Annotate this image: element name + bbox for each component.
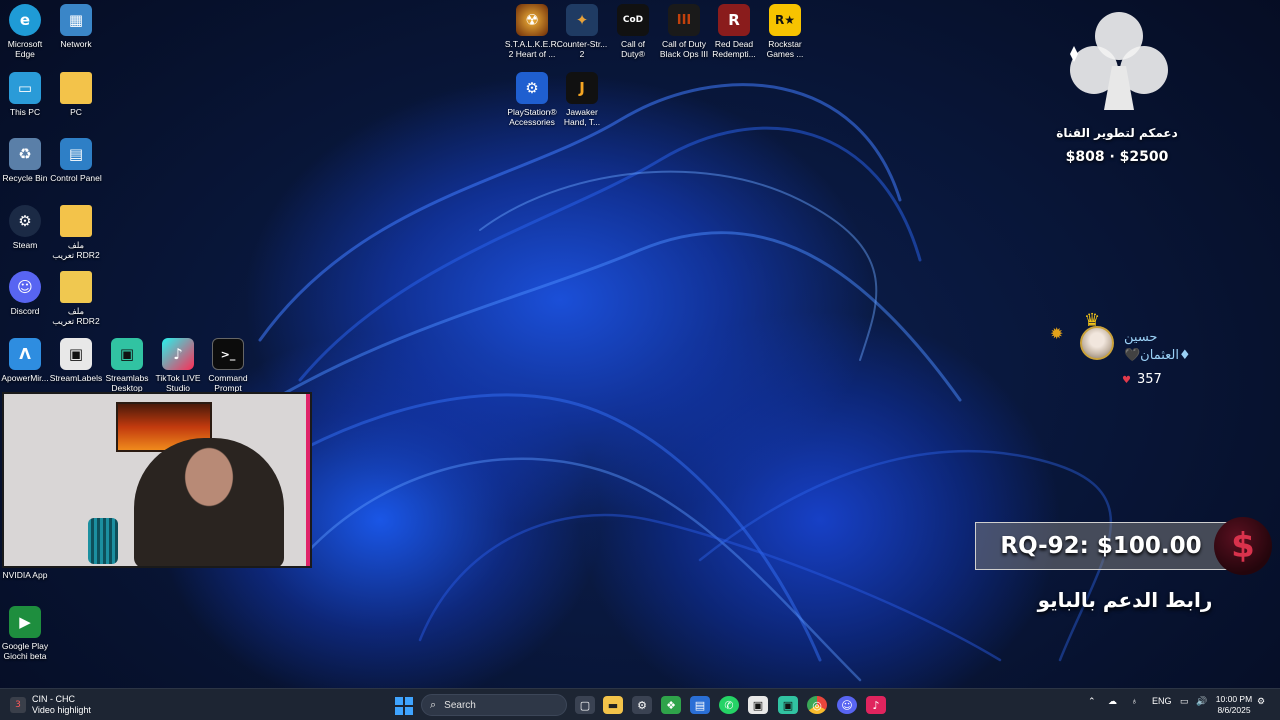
desktop-icon-nvidia[interactable]: NVIDIA App [0, 568, 51, 588]
search-icon: ⌕ [430, 698, 437, 711]
clock-date: 8/6/2025 [1217, 705, 1251, 715]
streamlabels-taskbar-icon[interactable]: ▣ [748, 696, 768, 714]
desktop-icon-pc[interactable]: PC [50, 72, 102, 134]
gifter-name: حسين [1124, 330, 1158, 345]
notification-subtitle: Video highlight [32, 705, 91, 715]
webcam-overlay [2, 392, 312, 568]
red-dead-icon: R [718, 4, 750, 36]
control-panel-icon: ▤ [60, 138, 92, 170]
chevron-up-icon[interactable]: ⌃ [1088, 696, 1096, 707]
call-of-duty-icon: CoD [617, 4, 649, 36]
notification-app-icon: 3 [10, 697, 26, 713]
desktop-icon-ps-accessories[interactable]: ⚙ PlayStation® Accessories [506, 72, 558, 134]
desktop-icon-edge[interactable]: e Microsoft Edge [0, 4, 51, 66]
taskbar-clock[interactable]: 10:00 PM 8/6/2025 [1212, 694, 1256, 716]
tiktok-taskbar-icon[interactable]: ♪ [866, 696, 886, 714]
steam-icon: ⚙ [9, 205, 41, 237]
heart-icon: ♥ [1122, 375, 1131, 386]
streamer-webcam [134, 438, 284, 566]
desktop-icon-tiktok-live[interactable]: ♪ TikTok LIVE Studio [152, 338, 204, 400]
goal-amount: $808 · $2500 [1065, 149, 1169, 165]
donation-alert: RQ-92: $100.00 [975, 522, 1227, 570]
desktop-icon-jawaker[interactable]: J Jawaker Hand, T... [556, 72, 608, 134]
desktop-icon-streamlabels[interactable]: ▣ StreamLabels [50, 338, 102, 400]
desktop-icon-cs2[interactable]: ✦ Counter-Str... 2 [556, 4, 608, 66]
taskbar: 3 CIN - CHC Video highlight ⌕ Search ▢ ▬… [0, 688, 1280, 720]
store-icon[interactable]: ▤ [690, 696, 710, 714]
whatsapp-icon[interactable]: ✆ [719, 696, 739, 714]
google-play-games-icon: ▶ [9, 606, 41, 638]
recycle-bin-icon: ♻ [9, 138, 41, 170]
volume-icon[interactable]: 🔊 [1196, 696, 1207, 707]
playstation-icon: ⚙ [516, 72, 548, 104]
desktop-icon-steam[interactable]: ⚙ Steam [0, 205, 51, 267]
microphone [88, 518, 118, 564]
streamlabs-icon: ▣ [111, 338, 143, 370]
notification-bell-icon[interactable]: ⚙ [1257, 696, 1265, 707]
top-gifter-widget: ✹ ♛ حسين ♦العثمان🖤 ♥ 357 [1050, 310, 1240, 392]
support-link-text: رابط الدعم بالبايو [1037, 588, 1213, 612]
goal-title: دعمكم لتطوير القناة [1056, 126, 1178, 140]
edge-icon: e [9, 4, 41, 36]
search-placeholder: Search [444, 699, 476, 711]
start-button[interactable] [395, 697, 413, 715]
counter-strike-icon: ✦ [566, 4, 598, 36]
network-tray-icon[interactable]: ▭ [1180, 696, 1189, 707]
black-ops-icon: III [668, 4, 700, 36]
medal-icon: ✹ [1050, 324, 1064, 343]
discord-icon: ☺ [9, 271, 41, 303]
desktop-icon-rdr2-folder-2[interactable]: ملف تعريب RDR2 [50, 271, 102, 333]
microphone-icon[interactable]: ♁ [1131, 696, 1138, 706]
file-explorer-icon[interactable]: ▬ [603, 696, 623, 714]
taskbar-search[interactable]: ⌕ Search [421, 694, 567, 716]
desktop-icon-google-play[interactable]: ▶ Google Play Giochi beta [0, 606, 51, 668]
desktop-icon-cod[interactable]: CoD Call of Duty® [607, 4, 659, 66]
desktop-icon-cmd[interactable]: >_ Command Prompt [202, 338, 254, 400]
monitor-icon: ▭ [9, 72, 41, 104]
dollar-coin-icon: $ [1214, 517, 1272, 575]
taskbar-notification[interactable]: 3 CIN - CHC Video highlight [10, 693, 120, 717]
stalker-icon: ☢ [516, 4, 548, 36]
streamlabels-icon: ▣ [60, 338, 92, 370]
likes-count: 357 [1136, 372, 1162, 387]
clock-time: 10:00 PM [1215, 694, 1253, 704]
task-view-icon[interactable]: ▢ [575, 696, 595, 714]
desktop-icon-network[interactable]: ▦ Network [50, 4, 102, 66]
club-emblem-icon [1070, 12, 1168, 110]
desktop-icon-rdr[interactable]: R Red Dead Redempti... [708, 4, 760, 66]
chrome-icon[interactable]: ◎ [807, 696, 827, 714]
apowermirror-icon: Λ [9, 338, 41, 370]
folder-icon [60, 205, 92, 237]
cloud-icon[interactable]: ☁ [1108, 696, 1117, 707]
desktop-icon-streamlabs[interactable]: ▣ Streamlabs Desktop [101, 338, 153, 400]
desktop-icon-apowermirror[interactable]: Λ ApowerMir... [0, 338, 51, 400]
widgets-icon[interactable]: ❖ [661, 696, 681, 714]
avatar [1080, 326, 1114, 360]
discord-taskbar-icon[interactable]: ☺ [837, 696, 857, 714]
desktop-icon-bo3[interactable]: III Call of Duty Black Ops III [658, 4, 710, 66]
language-indicator[interactable]: ENG [1152, 696, 1172, 706]
tiktok-live-studio-icon: ♪ [162, 338, 194, 370]
folder-zip-icon [60, 271, 92, 303]
notification-app-name: CIN - CHC [32, 694, 75, 704]
network-icon: ▦ [60, 4, 92, 36]
gifter-likes: ♥ 357 [1122, 372, 1162, 387]
jawaker-icon: J [566, 72, 598, 104]
gifter-name-line2: ♦العثمان🖤 [1124, 348, 1191, 363]
desktop-icon-recycle-bin[interactable]: ♻ Recycle Bin [0, 138, 51, 200]
desktop-icon-this-pc[interactable]: ▭ This PC [0, 72, 51, 134]
rockstar-icon: R★ [769, 4, 801, 36]
desktop-icon-discord[interactable]: ☺ Discord [0, 271, 51, 333]
desktop-icon-rdr2-folder-1[interactable]: ملف تعريب RDR2 [50, 205, 102, 267]
streamlabs-taskbar-icon[interactable]: ▣ [778, 696, 798, 714]
desktop-icon-rockstar[interactable]: R★ Rockstar Games ... [759, 4, 811, 66]
desktop-icon-stalker[interactable]: ☢ S.T.A.L.K.E.R. 2 Heart of ... [505, 4, 559, 66]
folder-icon [60, 72, 92, 104]
desktop-icon-control-panel[interactable]: ▤ Control Panel [50, 138, 102, 200]
command-prompt-icon: >_ [212, 338, 244, 370]
gear-icon[interactable]: ⚙ [632, 696, 652, 714]
webcam-border-accent [306, 394, 310, 566]
